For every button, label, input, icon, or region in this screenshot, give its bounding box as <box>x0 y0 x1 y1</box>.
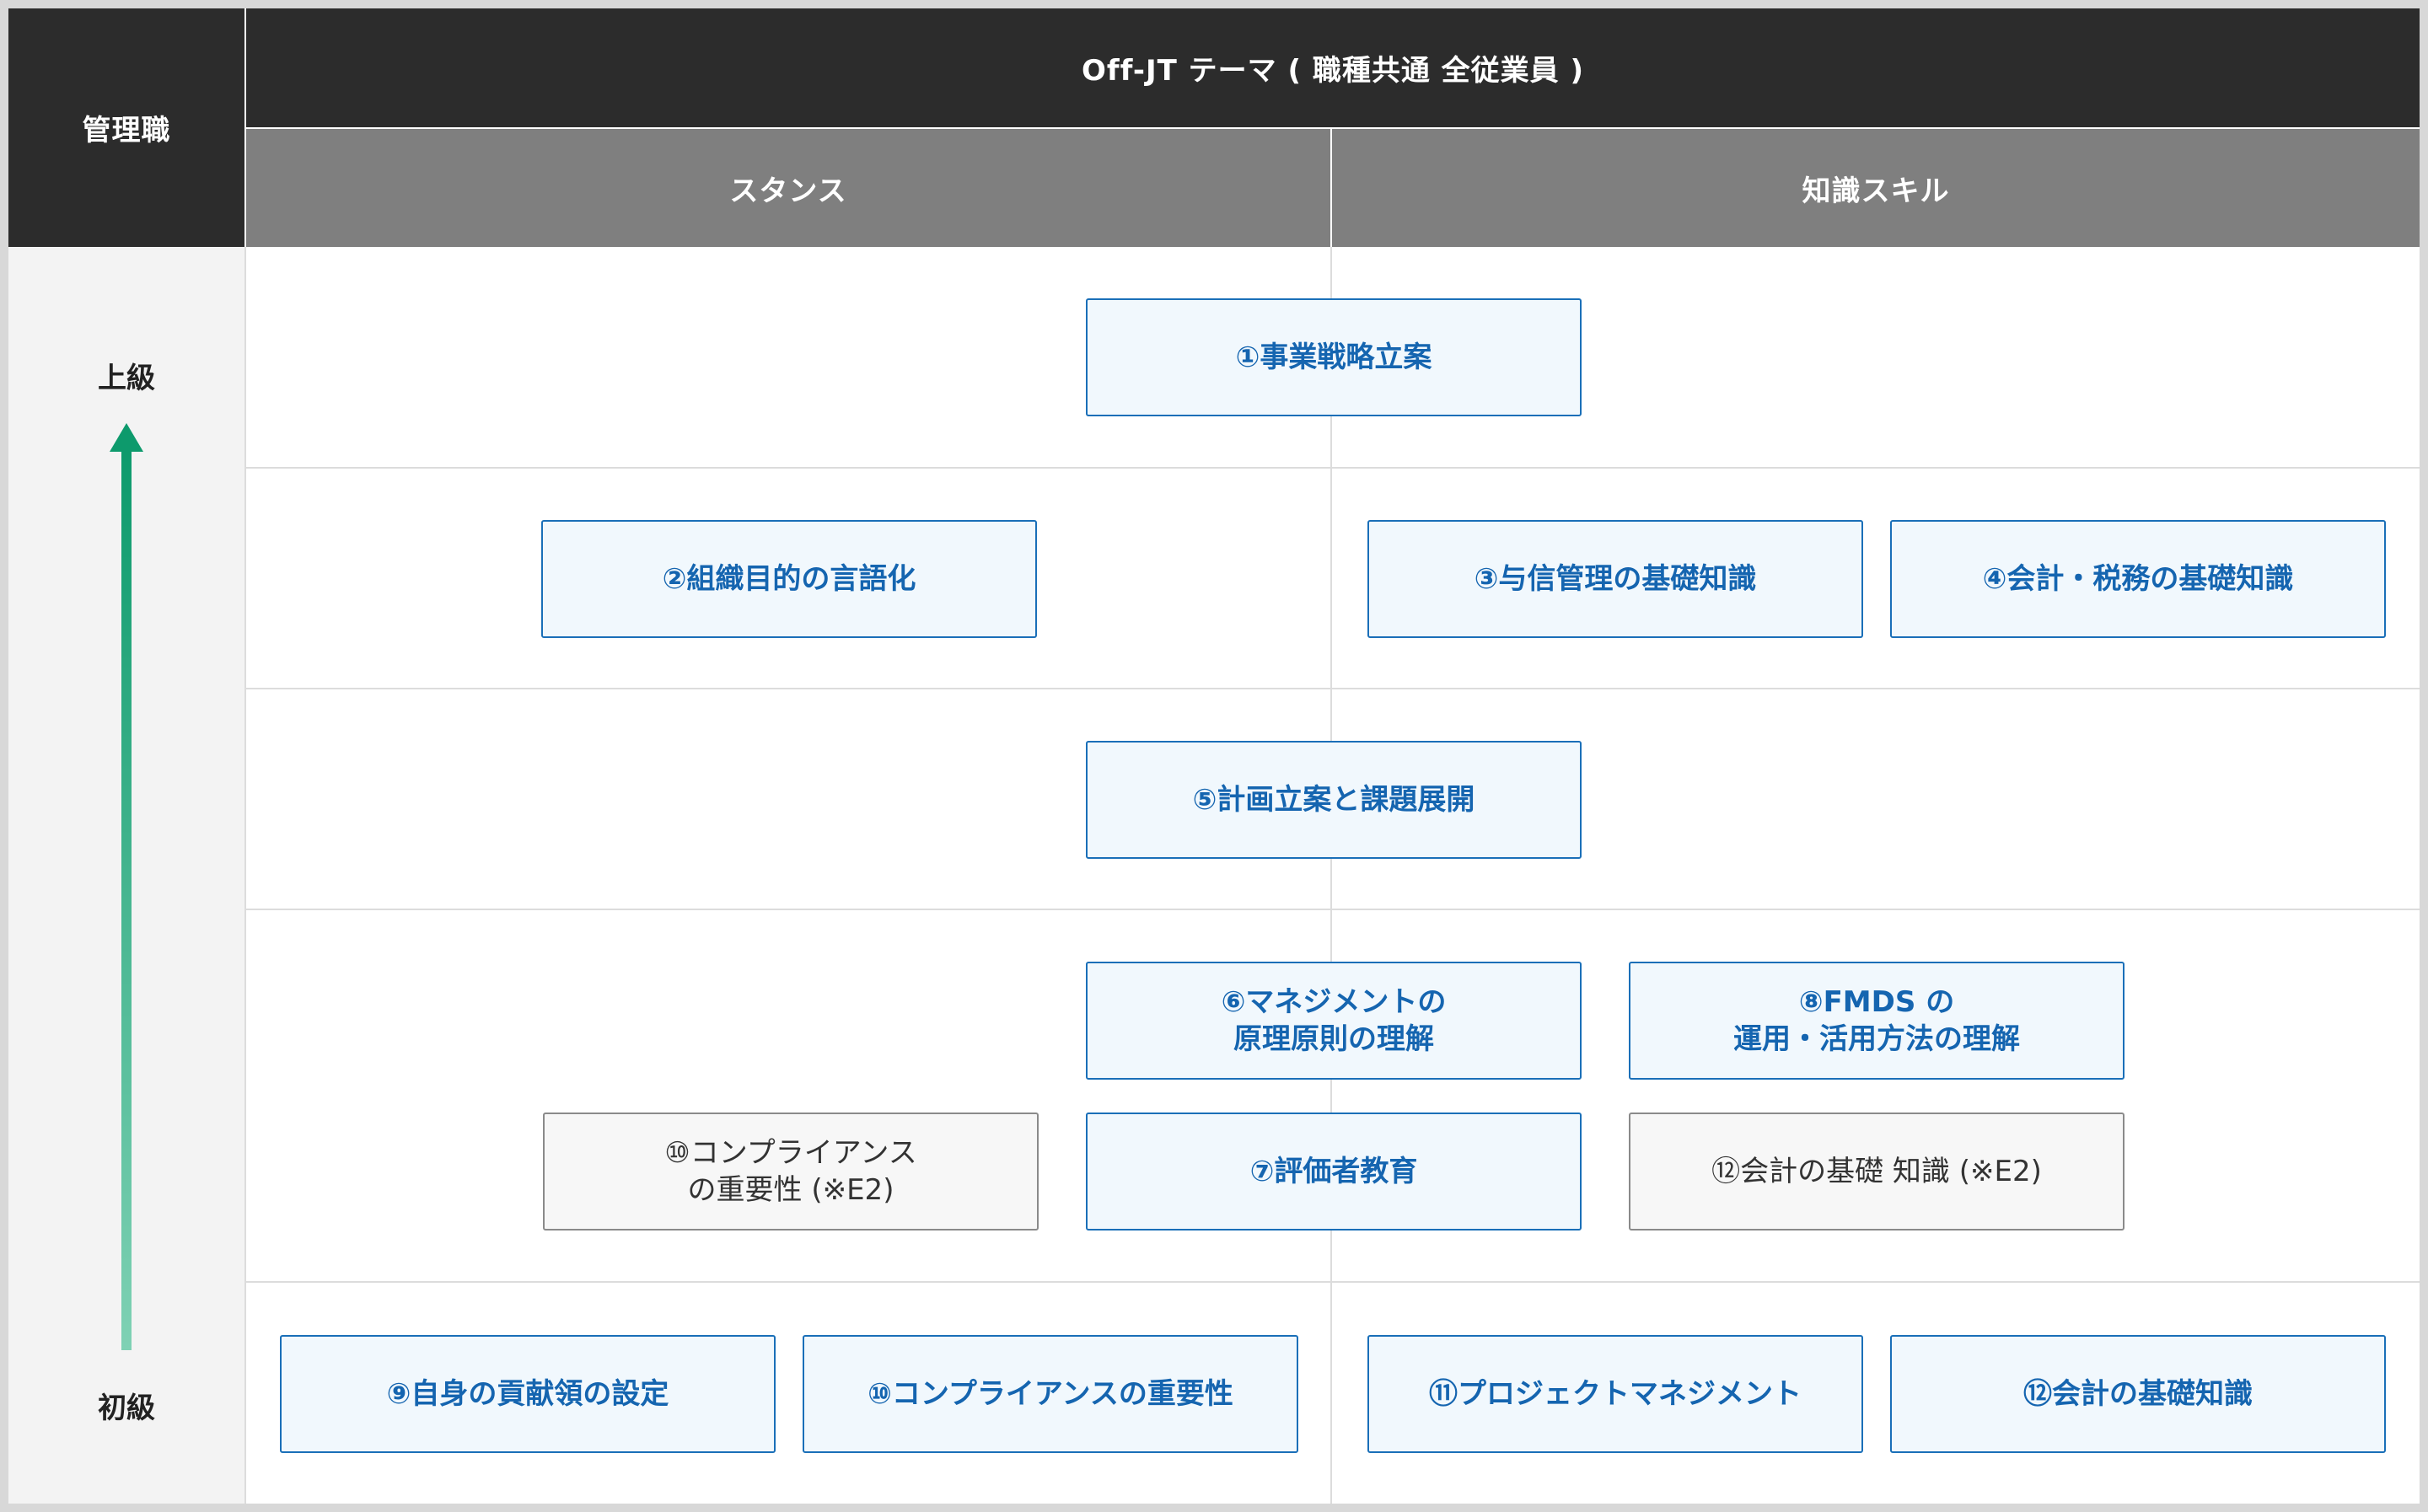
level-label-beginner: 初級 <box>98 1391 155 1425</box>
topic-box-evaluator-training[interactable]: ⑦評価者教育 <box>1086 1113 1582 1231</box>
topic-box-accounting-basics[interactable]: ⑫会計の基礎知識 <box>1890 1335 2386 1453</box>
row-divider <box>246 909 2420 910</box>
row-divider <box>246 467 2420 469</box>
topic-box-fmds[interactable]: ⑧FMDS の 運用・活用方法の理解 <box>1629 962 2124 1080</box>
column-header-knowledge-skill: 知識スキル <box>1332 129 2420 247</box>
topic-box-accounting-basics-e2[interactable]: ⑫会計の基礎 知識 (※E2) <box>1629 1113 2124 1231</box>
topic-box-business-strategy[interactable]: ①事業戦略立案 <box>1086 298 1582 416</box>
level-arrow-icon <box>110 423 143 1350</box>
topic-box-planning[interactable]: ⑤計画立案と課題展開 <box>1086 741 1582 859</box>
curriculum-diagram: 管理職 Off-JT テーマ ( 職種共通 全従業員 ) スタンス 知識スキル … <box>8 8 2420 1504</box>
topic-box-organization-purpose[interactable]: ②組織目的の言語化 <box>541 520 1037 638</box>
row-divider <box>246 1281 2420 1283</box>
column-divider-center <box>1330 247 1332 1504</box>
topic-box-compliance[interactable]: ⑩コンプライアンスの重要性 <box>803 1335 1298 1453</box>
title-header: Off-JT テーマ ( 職種共通 全従業員 ) <box>246 8 2420 127</box>
topic-box-accounting-tax[interactable]: ④会計・税務の基礎知識 <box>1890 520 2386 638</box>
topic-box-contribution-area[interactable]: ⑨自身の貢献領の設定 <box>280 1335 776 1453</box>
topic-box-compliance-e2[interactable]: ⑩コンプライアンス の重要性 (※E2) <box>543 1113 1039 1231</box>
topic-box-management-principles[interactable]: ⑥マネジメントの 原理原則の理解 <box>1086 962 1582 1080</box>
topic-box-credit-management[interactable]: ③与信管理の基礎知識 <box>1367 520 1863 638</box>
row-divider <box>246 688 2420 689</box>
topic-box-project-management[interactable]: ⑪プロジェクトマネジメント <box>1367 1335 1863 1453</box>
column-divider-left <box>244 247 246 1504</box>
column-header-stance: スタンス <box>246 129 1330 247</box>
level-label-advanced: 上級 <box>98 361 155 395</box>
corner-header: 管理職 <box>8 8 244 247</box>
